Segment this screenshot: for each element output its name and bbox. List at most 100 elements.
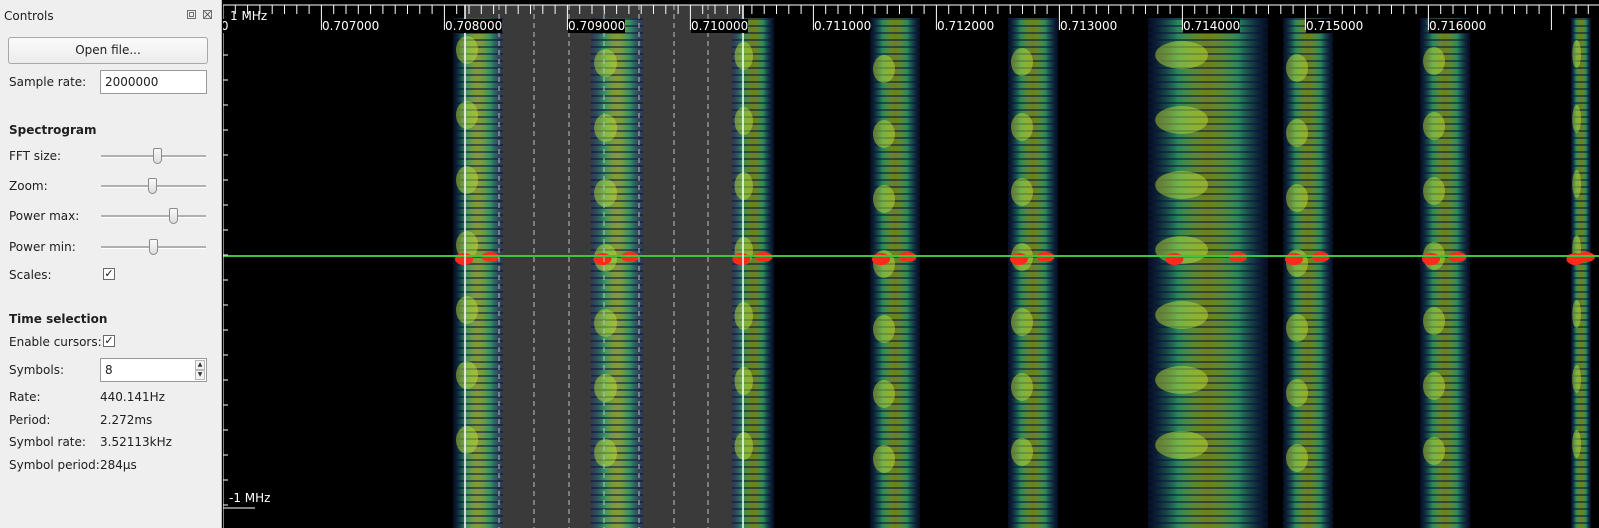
- time-tick-label: 0.711000: [814, 19, 872, 33]
- spectrogram-view[interactable]: 1 MHz -1 MHz 5000 0.707000 0.708000 0.70900…: [223, 0, 1599, 528]
- signal-blob: [1572, 170, 1581, 198]
- slider-groove: [101, 215, 206, 218]
- signal-blob: [1011, 308, 1033, 336]
- signal-blob: [1155, 41, 1208, 69]
- signal-blob: [1423, 372, 1445, 400]
- signal-blob: [1572, 105, 1581, 133]
- rate-value: 440.141Hz: [100, 390, 165, 404]
- carrier-peak: [732, 253, 751, 265]
- power-max-slider[interactable]: [101, 206, 207, 226]
- signal-blob: [734, 172, 753, 200]
- symbol-rate-label: Symbol rate:: [9, 435, 86, 449]
- signal-blob: [456, 166, 478, 194]
- open-file-button[interactable]: Open file...: [8, 37, 208, 64]
- time-tick-label: 0.714000: [1183, 19, 1241, 33]
- signal-blob: [1155, 431, 1208, 459]
- signal-blob: [456, 426, 478, 454]
- signal-blob: [594, 309, 617, 337]
- time-selection-heading: Time selection: [9, 312, 108, 326]
- zoom-label: Zoom:: [9, 179, 48, 193]
- spin-up-arrow-icon[interactable]: ▲: [195, 360, 205, 370]
- zoom-slider[interactable]: [101, 176, 207, 196]
- signal-blob: [734, 432, 753, 460]
- slider-handle[interactable]: [153, 148, 162, 164]
- enable-cursors-checkbox[interactable]: ✓: [103, 335, 115, 347]
- power-min-label: Power min:: [9, 240, 76, 254]
- time-tick-label: 0.710000: [691, 19, 749, 33]
- signal-blob: [873, 380, 895, 408]
- period-label: Period:: [9, 413, 51, 427]
- scales-label: Scales:: [9, 268, 52, 282]
- signal-blob: [456, 361, 478, 389]
- signal-blob: [873, 445, 895, 473]
- freq-bottom-label: -1 MHz: [229, 491, 271, 505]
- signal-blob: [1286, 444, 1308, 472]
- sample-rate-input[interactable]: 2000000: [100, 70, 207, 94]
- sample-rate-label: Sample rate:: [9, 75, 87, 89]
- slider-handle[interactable]: [149, 239, 158, 255]
- carrier-peak: [593, 253, 612, 265]
- signal-blob: [594, 179, 617, 207]
- symbol-rate-value: 3.52113kHz: [100, 435, 172, 449]
- close-panel-icon[interactable]: [203, 10, 212, 19]
- signal-blob: [1155, 106, 1208, 134]
- symbols-value[interactable]: 8: [105, 363, 113, 377]
- symbol-period-value: 284µs: [100, 458, 137, 472]
- signal-blob: [1572, 40, 1581, 68]
- signal-blob: [1286, 379, 1308, 407]
- signal-blob: [734, 107, 753, 135]
- slider-handle[interactable]: [148, 178, 157, 194]
- signal-blob: [1286, 119, 1308, 147]
- signal-blob: [1011, 48, 1033, 76]
- spin-down-arrow-icon[interactable]: ▼: [195, 370, 205, 380]
- signal-blob: [734, 302, 753, 330]
- signal-blob: [594, 49, 617, 77]
- symbols-spinbox[interactable]: 8 ▲ ▼: [100, 358, 207, 382]
- time-tick-label: 0.715000: [1306, 19, 1364, 33]
- signal-blob: [1286, 54, 1308, 82]
- signal-blob: [1011, 438, 1033, 466]
- signal-blob: [1572, 365, 1581, 393]
- time-tick-label: 5000: [223, 19, 229, 33]
- time-tick-label: 0.709000: [568, 19, 626, 33]
- signal-blob: [456, 101, 478, 129]
- float-panel-icon[interactable]: [187, 10, 196, 19]
- signal-blob: [873, 185, 895, 213]
- signal-blob: [456, 296, 478, 324]
- signal-burst-texture: [453, 18, 503, 528]
- signal-blob: [1572, 300, 1581, 328]
- carrier-peak: [872, 253, 890, 265]
- time-tick-label: 0.713000: [1060, 19, 1118, 33]
- power-max-label: Power max:: [9, 209, 80, 223]
- carrier-peak: [1422, 253, 1440, 265]
- signal-blob: [1423, 307, 1445, 335]
- symbol-period-label: Symbol period:: [9, 458, 100, 472]
- signal-blob: [1011, 373, 1033, 401]
- fft-size-slider[interactable]: [101, 146, 207, 166]
- signal-blob: [1286, 184, 1308, 212]
- spectrogram-canvas[interactable]: [223, 0, 1599, 528]
- signal-blob: [1572, 430, 1581, 458]
- signal-blob: [1155, 301, 1208, 329]
- signal-blob: [734, 42, 753, 70]
- period-value: 2.272ms: [100, 413, 153, 427]
- signal-blob: [1423, 47, 1445, 75]
- scales-checkbox[interactable]: ✓: [103, 268, 115, 280]
- signal-blob: [1155, 366, 1208, 394]
- panel-title-bar[interactable]: Controls: [0, 0, 222, 30]
- spectrogram-heading: Spectrogram: [9, 123, 97, 137]
- panel-title: Controls: [4, 9, 54, 23]
- signal-blob: [1423, 437, 1445, 465]
- carrier-peak: [1010, 253, 1028, 265]
- slider-handle[interactable]: [169, 208, 178, 224]
- signal-blob: [456, 36, 478, 64]
- power-min-slider[interactable]: [101, 237, 207, 257]
- signal-blob: [873, 55, 895, 83]
- controls-panel: Controls Open file... Sample rate: 20000…: [0, 0, 222, 528]
- signal-blob: [734, 367, 753, 395]
- signal-blob: [873, 315, 895, 343]
- signal-blob: [594, 439, 617, 467]
- freq-top-label: 1 MHz: [230, 9, 268, 23]
- signal-blob: [873, 120, 895, 148]
- carrier-peak: [1285, 253, 1303, 265]
